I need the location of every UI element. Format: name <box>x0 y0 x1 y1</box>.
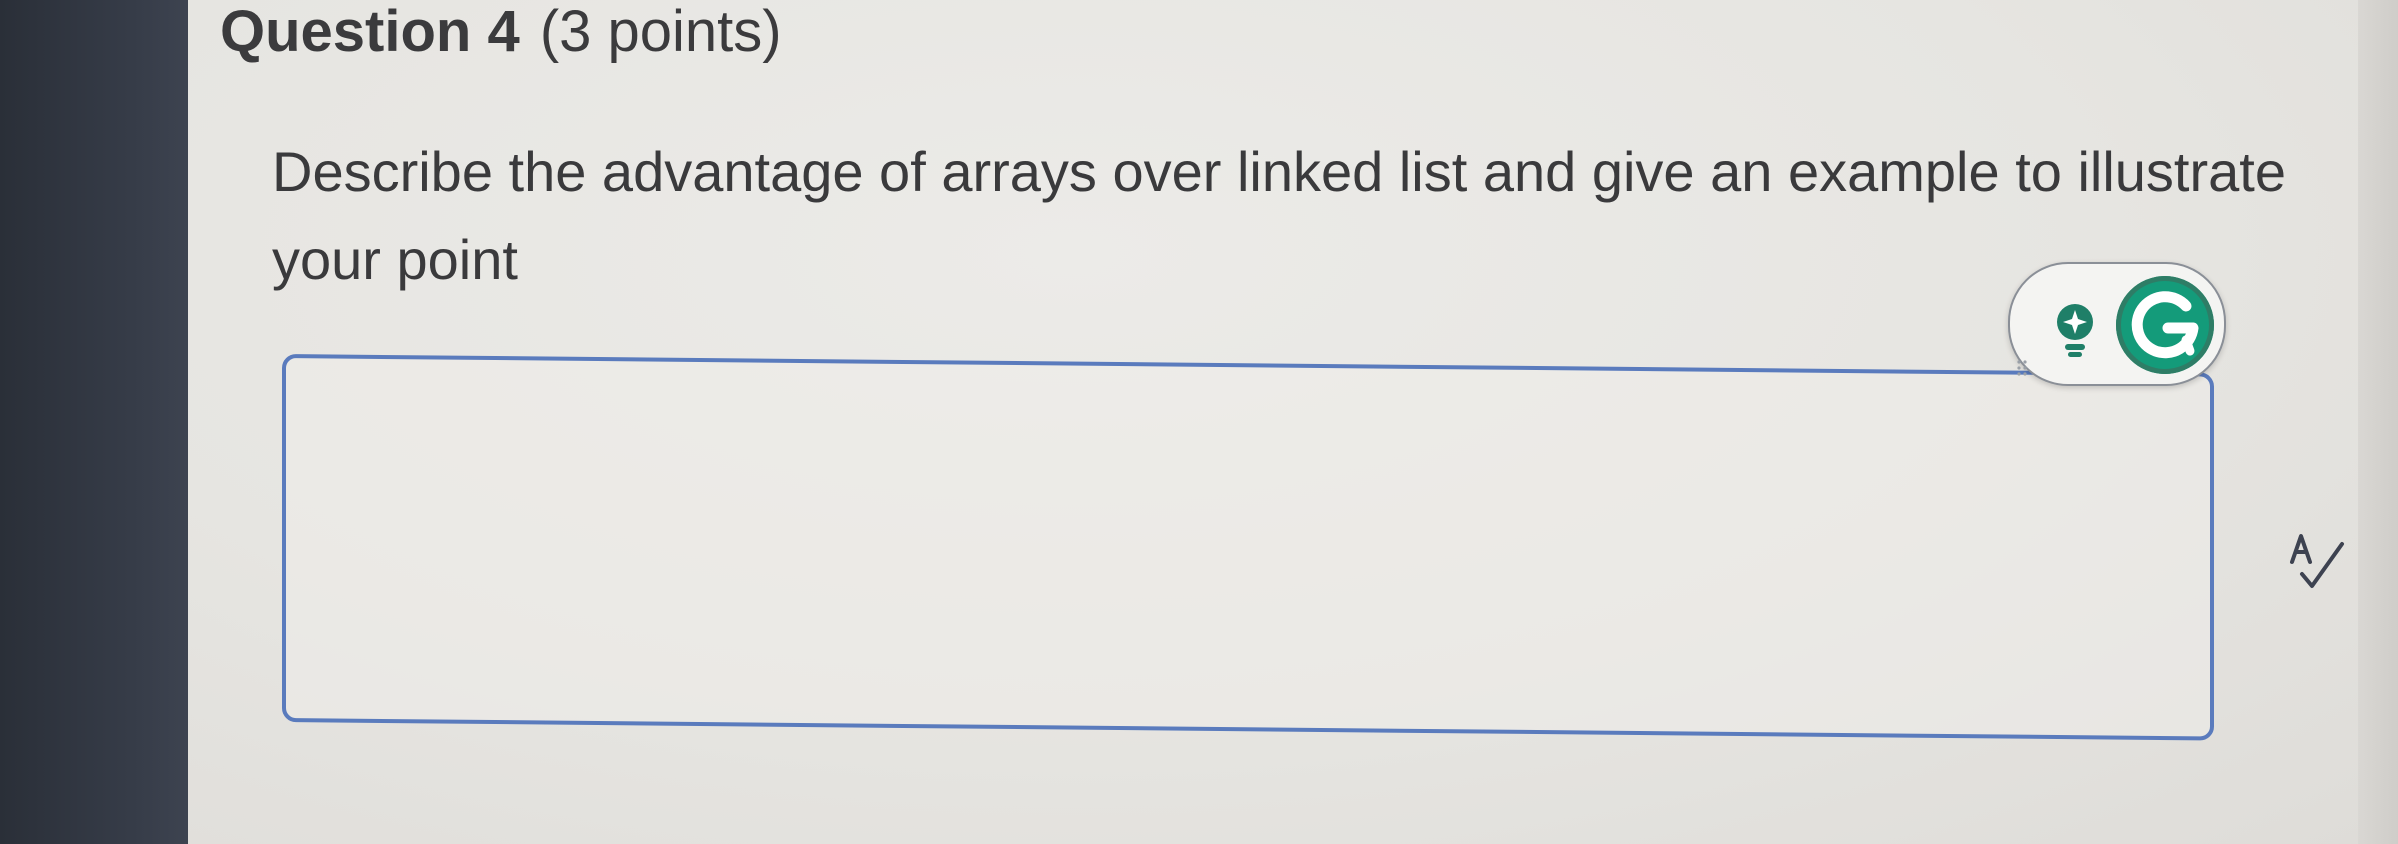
spellcheck-icon[interactable] <box>2286 530 2348 590</box>
question-prompt: Describe the advantage of arrays over li… <box>272 140 2286 291</box>
answer-text[interactable] <box>310 378 2186 716</box>
question-title: Question 4 <box>220 0 520 64</box>
grammarly-g-icon <box>2131 291 2199 359</box>
answer-textarea[interactable] <box>282 354 2214 741</box>
drag-handle-icon[interactable] <box>2014 358 2032 380</box>
grammarly-widget[interactable] <box>2008 262 2226 386</box>
grammarly-button[interactable] <box>2116 276 2214 374</box>
right-edge <box>2358 0 2398 844</box>
left-rail <box>0 0 188 844</box>
question-points: (3 points) <box>539 0 782 64</box>
question-header: Question 4 (3 points) <box>220 0 782 64</box>
lightbulb-icon[interactable] <box>2050 300 2100 358</box>
